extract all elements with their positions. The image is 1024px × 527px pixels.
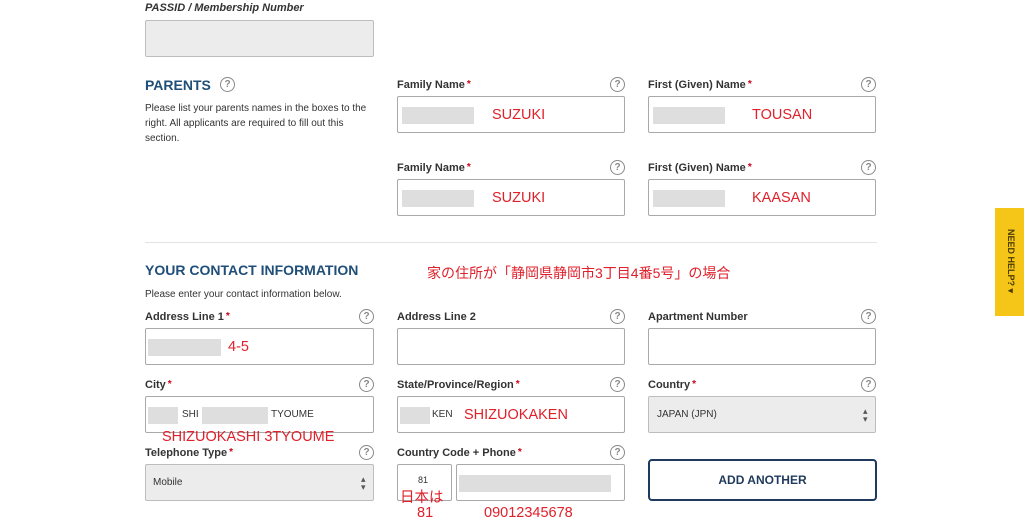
- phone-label: Country Code + Phone *: [397, 447, 522, 459]
- telephone-type-select[interactable]: Mobile ▴ ▾: [145, 464, 374, 501]
- state-help-icon[interactable]: ?: [610, 377, 625, 392]
- country-code-value: 81: [418, 475, 429, 485]
- country-label: Country *: [648, 379, 697, 391]
- first-name-help-icon[interactable]: ?: [861, 160, 876, 175]
- state-label: State/Province/Region *: [397, 379, 520, 391]
- family-name-value-1: SUZUKI: [492, 107, 546, 123]
- parents-help-icon[interactable]: ?: [220, 77, 235, 92]
- address1-help-icon[interactable]: ?: [359, 309, 374, 324]
- contact-title: YOUR CONTACT INFORMATION: [145, 262, 359, 278]
- need-help-label: NEED HELP? ▾: [1006, 228, 1016, 294]
- first-name-label: First (Given) Name *: [648, 162, 752, 174]
- city-annotation: SHIZUOKASHI 3TYOUME: [162, 429, 335, 445]
- family-name-label: Family Name *: [397, 162, 471, 174]
- state-input[interactable]: KEN SHIZUOKAKEN: [397, 396, 625, 433]
- first-name-label: First (Given) Name *: [648, 79, 752, 91]
- first-name-value-1: TOUSAN: [752, 107, 813, 123]
- city-label: City *: [145, 379, 172, 391]
- city-value-part1: SHI: [182, 409, 199, 420]
- passid-label: PASSID / Membership Number: [145, 2, 304, 14]
- family-name-value-2: SUZUKI: [492, 190, 546, 206]
- country-value: JAPAN (JPN): [657, 409, 717, 420]
- select-arrows-icon: ▴ ▾: [863, 406, 868, 424]
- family-name-input-2[interactable]: SUZUKI: [397, 179, 625, 216]
- redacted-value: [653, 107, 725, 124]
- telephone-type-help-icon[interactable]: ?: [359, 445, 374, 460]
- city-input[interactable]: SHI TYOUME: [145, 396, 374, 433]
- city-value-part2: TYOUME: [271, 409, 314, 420]
- country-code-annotation-line2: 81: [417, 505, 434, 521]
- redacted-value: [400, 407, 430, 424]
- address2-input[interactable]: [397, 328, 625, 365]
- address1-value: 4-5: [228, 339, 249, 355]
- first-name-input-1[interactable]: TOUSAN: [648, 96, 876, 133]
- country-help-icon[interactable]: ?: [861, 377, 876, 392]
- family-name-help-icon[interactable]: ?: [610, 77, 625, 92]
- apartment-help-icon[interactable]: ?: [861, 309, 876, 324]
- section-divider: [145, 242, 877, 243]
- country-code-annotation-line1: 日本は: [400, 490, 444, 506]
- redacted-value: [402, 190, 474, 207]
- address2-help-icon[interactable]: ?: [610, 309, 625, 324]
- state-value-part: KEN: [432, 409, 453, 420]
- parents-title: PARENTS: [145, 77, 211, 93]
- contact-description: Please enter your contact information be…: [145, 289, 342, 300]
- redacted-value: [402, 107, 474, 124]
- parents-description: Please list your parents names in the bo…: [145, 103, 367, 144]
- address2-label: Address Line 2: [397, 311, 476, 323]
- apartment-input[interactable]: [648, 328, 876, 365]
- redacted-value: [148, 407, 178, 424]
- first-name-input-2[interactable]: KAASAN: [648, 179, 876, 216]
- passid-input[interactable]: [145, 20, 374, 57]
- phone-input[interactable]: [456, 464, 625, 501]
- address-annotation: 家の住所が「静岡県静岡市3丁目4番5号」の場合: [427, 265, 731, 281]
- first-name-help-icon[interactable]: ?: [861, 77, 876, 92]
- chevron-down-icon: ▾: [1006, 288, 1016, 294]
- address1-label: Address Line 1 *: [145, 311, 230, 323]
- redacted-value: [653, 190, 725, 207]
- apartment-label: Apartment Number: [648, 311, 748, 323]
- country-select[interactable]: JAPAN (JPN) ▴ ▾: [648, 396, 876, 433]
- add-another-button[interactable]: ADD ANOTHER: [648, 459, 877, 501]
- need-help-tab[interactable]: NEED HELP? ▾: [995, 208, 1024, 316]
- redacted-value: [148, 339, 221, 356]
- family-name-label: Family Name *: [397, 79, 471, 91]
- state-annotation: SHIZUOKAKEN: [464, 407, 568, 423]
- family-name-help-icon[interactable]: ?: [610, 160, 625, 175]
- telephone-type-label: Telephone Type *: [145, 447, 234, 459]
- family-name-input-1[interactable]: SUZUKI: [397, 96, 625, 133]
- redacted-value: [202, 407, 268, 424]
- select-arrows-icon: ▴ ▾: [361, 474, 366, 492]
- address1-input[interactable]: 4-5: [145, 328, 374, 365]
- city-help-icon[interactable]: ?: [359, 377, 374, 392]
- redacted-value: [459, 475, 611, 492]
- first-name-value-2: KAASAN: [752, 190, 811, 206]
- telephone-type-value: Mobile: [153, 477, 183, 488]
- phone-annotation: 09012345678: [484, 505, 573, 521]
- phone-help-icon[interactable]: ?: [610, 445, 625, 460]
